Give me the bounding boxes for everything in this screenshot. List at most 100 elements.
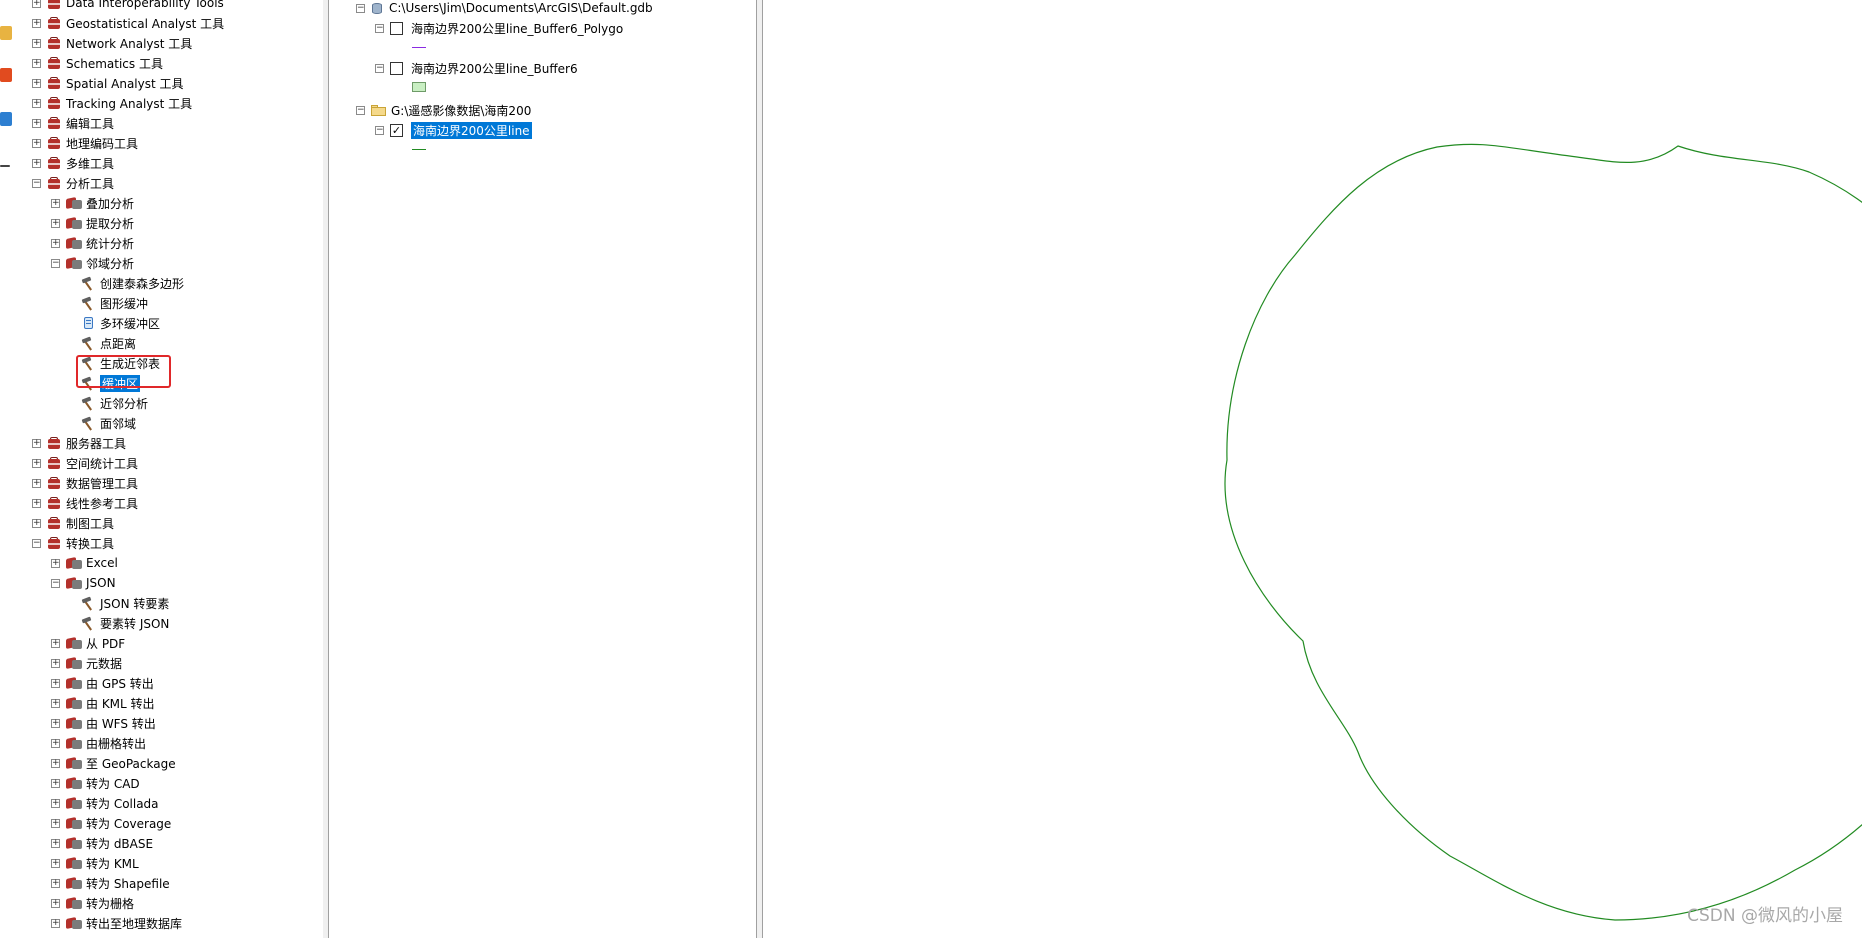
toolbox-item-toolbox[interactable]: + Tracking Analyst 工具 <box>32 93 192 113</box>
toolbox-item-toolset[interactable]: + Excel <box>51 553 118 573</box>
expand-icon[interactable]: + <box>51 198 60 208</box>
collapse-icon[interactable]: − <box>32 538 41 548</box>
toolbox-item-toolbox[interactable]: − 分析工具 <box>32 173 114 193</box>
toolbox-item-toolbox[interactable]: + 编辑工具 <box>32 113 114 133</box>
polygon-symbol[interactable] <box>412 82 426 92</box>
expand-icon[interactable]: + <box>51 658 60 668</box>
collapse-icon[interactable]: − <box>356 105 365 115</box>
toolbox-item-toolset[interactable]: + 统计分析 <box>51 233 134 253</box>
toolbox-item-tool[interactable]: 要素转 JSON <box>81 613 169 633</box>
toolbox-item-toolbox[interactable]: + 数据管理工具 <box>32 473 138 493</box>
toolbox-item-tool[interactable]: 创建泰森多边形 <box>81 273 184 293</box>
expand-icon[interactable]: + <box>51 758 60 768</box>
toc-layer[interactable]: − 海南边界200公里line_Buffer6_Polygo <box>375 18 623 38</box>
expand-icon[interactable]: + <box>32 158 41 168</box>
expand-icon[interactable]: + <box>51 218 60 228</box>
expand-icon[interactable]: + <box>51 898 60 908</box>
layer-visibility-checkbox[interactable]: ✓ <box>390 123 403 137</box>
toolbox-item-toolset[interactable]: + 转为 Shapefile <box>51 873 170 893</box>
toc-layer[interactable]: − 海南边界200公里line_Buffer6 <box>375 58 578 78</box>
toolbox-item-toolbox[interactable]: + Network Analyst 工具 <box>32 33 192 53</box>
expand-icon[interactable]: + <box>32 138 41 148</box>
toolbox-item-toolset[interactable]: + 转为栅格 <box>51 893 134 913</box>
toolbox-item-tool[interactable]: JSON 转要素 <box>81 593 169 613</box>
toolbox-item-toolset[interactable]: + 至 GeoPackage <box>51 753 176 773</box>
layer-visibility-checkbox[interactable] <box>390 21 403 35</box>
toolbox-item-toolset[interactable]: + 转为 KML <box>51 853 139 873</box>
key-icon[interactable] <box>0 26 12 40</box>
expand-icon[interactable]: + <box>51 918 60 928</box>
toolbox-item-toolset[interactable]: − JSON <box>51 573 116 593</box>
expand-icon[interactable]: + <box>32 38 41 48</box>
collapse-icon[interactable]: − <box>32 178 41 188</box>
collapse-icon[interactable]: − <box>51 578 60 588</box>
toolbox-item-toolset[interactable]: + 由 WFS 转出 <box>51 713 156 733</box>
toolbox-item-toolset[interactable]: + 转为 dBASE <box>51 833 153 853</box>
expand-icon[interactable]: + <box>51 558 60 568</box>
layer-visibility-checkbox[interactable] <box>390 61 403 75</box>
expand-icon[interactable]: + <box>32 18 41 28</box>
toolbox-item-toolset[interactable]: + 转为 CAD <box>51 773 140 793</box>
toolbox-item-toolset[interactable]: + 由栅格转出 <box>51 733 146 753</box>
toolbox-item-toolbox[interactable]: + 多维工具 <box>32 153 114 173</box>
collapse-icon[interactable]: − <box>375 63 384 73</box>
expand-icon[interactable]: + <box>32 118 41 128</box>
line-symbol[interactable] <box>412 149 426 150</box>
window-icon[interactable] <box>0 112 12 126</box>
toolbox-item-toolset[interactable]: + 提取分析 <box>51 213 134 233</box>
expand-icon[interactable]: + <box>32 98 41 108</box>
toolbox-item-toolset[interactable]: − 邻域分析 <box>51 253 134 273</box>
toolbox-item-toolbox[interactable]: + Data Interoperability Tools <box>32 0 224 13</box>
expand-icon[interactable]: + <box>51 778 60 788</box>
collapse-icon[interactable]: − <box>51 258 60 268</box>
expand-icon[interactable]: + <box>51 638 60 648</box>
toolbox-item-tool[interactable]: 图形缓冲 <box>81 293 148 313</box>
toolbox-item-toolset[interactable]: + 由 GPS 转出 <box>51 673 154 693</box>
toolbox-item-toolset[interactable]: + 由 KML 转出 <box>51 693 155 713</box>
layer-name[interactable]: 海南边界200公里line_Buffer6_Polygo <box>411 20 623 37</box>
toolbox-item-tool[interactable]: 近邻分析 <box>81 393 148 413</box>
toc-layer[interactable]: − ✓ 海南边界200公里line <box>375 120 532 140</box>
expand-icon[interactable]: + <box>32 498 41 508</box>
expand-icon[interactable]: + <box>51 678 60 688</box>
collapse-icon[interactable]: − <box>356 3 365 13</box>
expand-icon[interactable]: + <box>32 78 41 88</box>
office-icon[interactable] <box>0 68 12 82</box>
map-view[interactable] <box>763 0 1862 938</box>
toolbox-item-toolbox[interactable]: + 制图工具 <box>32 513 114 533</box>
toolbox-item-toolset[interactable]: + 转为 Coverage <box>51 813 171 833</box>
layer-name[interactable]: 海南边界200公里line <box>411 121 532 139</box>
collapse-icon[interactable]: − <box>375 125 384 135</box>
expand-icon[interactable]: + <box>51 818 60 828</box>
layer-name[interactable]: 海南边界200公里line_Buffer6 <box>411 60 578 77</box>
plus-icon[interactable] <box>0 165 10 167</box>
toolbox-item-toolbox[interactable]: + 服务器工具 <box>32 433 126 453</box>
toolbox-item-toolbox[interactable]: + 地理编码工具 <box>32 133 138 153</box>
toolbox-item-toolset[interactable]: + 从 PDF <box>51 633 125 653</box>
expand-icon[interactable]: + <box>51 738 60 748</box>
expand-icon[interactable]: + <box>51 838 60 848</box>
toolbox-item-tool[interactable]: 点距离 <box>81 333 136 353</box>
toolbox-item-toolset[interactable]: + 元数据 <box>51 653 122 673</box>
expand-icon[interactable]: + <box>32 58 41 68</box>
expand-icon[interactable]: + <box>51 878 60 888</box>
expand-icon[interactable]: + <box>32 438 41 448</box>
toolbox-item-toolbox[interactable]: + Schematics 工具 <box>32 53 163 73</box>
toolbox-item-toolset[interactable]: + 叠加分析 <box>51 193 134 213</box>
line-symbol[interactable] <box>412 47 426 48</box>
expand-icon[interactable]: + <box>51 238 60 248</box>
expand-icon[interactable]: + <box>51 798 60 808</box>
expand-icon[interactable]: + <box>32 0 41 8</box>
toolbox-item-toolbox[interactable]: + 空间统计工具 <box>32 453 138 473</box>
toolbox-item-toolset[interactable]: + 转出至地理数据库 <box>51 913 182 933</box>
toolbox-item-tool[interactable]: 面邻域 <box>81 413 136 433</box>
toc-workspace-group[interactable]: − G:\遥感影像数据\海南200 <box>356 100 531 120</box>
toc-workspace-group[interactable]: − C:\Users\Jim\Documents\ArcGIS\Default.g… <box>356 0 653 18</box>
collapse-icon[interactable]: − <box>375 23 384 33</box>
expand-icon[interactable]: + <box>51 718 60 728</box>
expand-icon[interactable]: + <box>32 458 41 468</box>
toolbox-item-toolbox[interactable]: + 线性参考工具 <box>32 493 138 513</box>
toolbox-item-toolbox[interactable]: + Geostatistical Analyst 工具 <box>32 13 224 33</box>
toolbox-item-toolset[interactable]: + 转为 Collada <box>51 793 159 813</box>
toolbox-item-toolbox[interactable]: + Spatial Analyst 工具 <box>32 73 184 93</box>
